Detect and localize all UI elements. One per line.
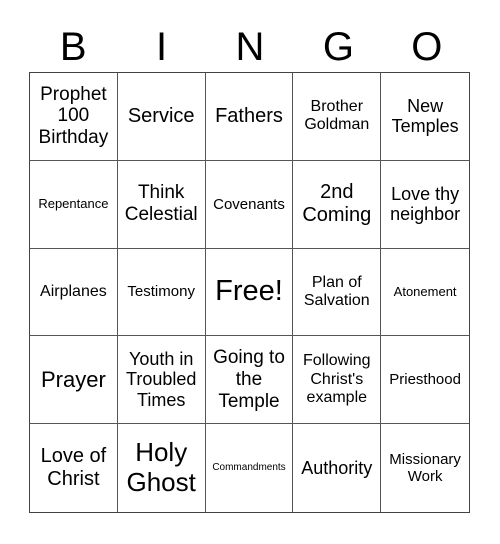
- bingo-cell[interactable]: Authority: [293, 424, 382, 512]
- bingo-header: B I N G O: [29, 22, 471, 72]
- bingo-cell[interactable]: New Temples: [381, 73, 469, 161]
- bingo-cell[interactable]: Airplanes: [30, 248, 118, 337]
- bingo-cell[interactable]: Priesthood: [381, 336, 469, 425]
- bingo-cell[interactable]: Repentance: [30, 160, 118, 249]
- bingo-cell[interactable]: Prayer: [30, 336, 118, 425]
- bingo-cell[interactable]: Service: [117, 73, 206, 161]
- bingo-cell[interactable]: Prophet 100 Birthday: [30, 73, 118, 161]
- bingo-cell[interactable]: 2nd Coming: [293, 160, 382, 249]
- bingo-cell[interactable]: Youth in Troubled Times: [117, 336, 206, 425]
- bingo-cell[interactable]: Think Celestial: [117, 160, 206, 249]
- bingo-cell[interactable]: Holy Ghost: [118, 424, 206, 512]
- bingo-card-grid: Prophet 100 Birthday Service Fathers Bro…: [29, 72, 470, 513]
- bingo-cell[interactable]: Atonement: [381, 249, 469, 337]
- header-letter-g: G: [322, 25, 354, 69]
- header-letter-b: B: [59, 25, 87, 69]
- bingo-cell[interactable]: Fathers: [205, 73, 294, 161]
- header-letter-i: I: [156, 25, 168, 69]
- header-letter-o: O: [411, 25, 443, 69]
- bingo-cell[interactable]: Going to the Temple: [205, 336, 294, 425]
- bingo-cell[interactable]: Commandments: [206, 424, 294, 512]
- bingo-cell[interactable]: Brother Goldman: [293, 73, 382, 161]
- bingo-cell[interactable]: Following Christ's example: [293, 336, 382, 425]
- bingo-cell[interactable]: Love of Christ: [30, 424, 118, 512]
- bingo-cell[interactable]: Missionary Work: [381, 424, 469, 512]
- bingo-cell[interactable]: Plan of Salvation: [293, 248, 382, 337]
- bingo-cell[interactable]: Love thy neighbor: [381, 161, 469, 249]
- bingo-cell[interactable]: Testimony: [117, 248, 206, 337]
- free-space-cell[interactable]: Free!: [205, 248, 294, 337]
- header-letter-n: N: [235, 25, 265, 69]
- bingo-cell[interactable]: Covenants: [205, 160, 294, 249]
